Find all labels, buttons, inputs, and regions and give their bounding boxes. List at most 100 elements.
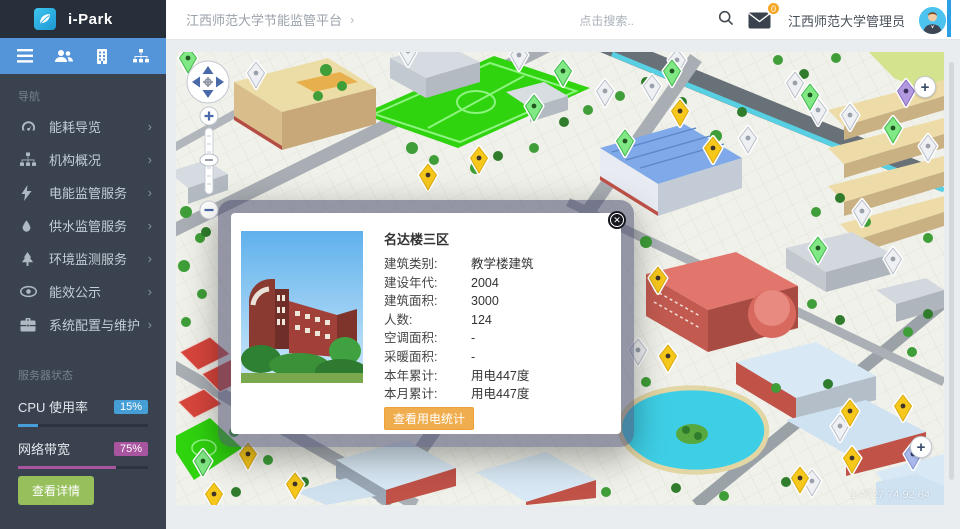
info-row: 采暖面积:-: [384, 348, 607, 367]
map-pin-white[interactable]: [248, 62, 265, 88]
bandwidth-badge: 75%: [114, 442, 148, 456]
map-pin-yellow[interactable]: [650, 267, 667, 293]
search-icon[interactable]: [718, 10, 734, 31]
sidebar-item-label: 能效公示: [49, 282, 148, 301]
chevron-right-icon: ›: [148, 152, 152, 167]
sidebar-item-energy-overview[interactable]: 能耗导览 ›: [0, 110, 166, 143]
map-expand-button-bottom[interactable]: +: [910, 436, 932, 458]
map-pin-green[interactable]: [885, 117, 902, 143]
map-pin-white[interactable]: [920, 135, 937, 161]
sidebar-item-org-overview[interactable]: 机构概况 ›: [0, 143, 166, 176]
sidebar-item-power-supervision[interactable]: 电能监管服务 ›: [0, 176, 166, 209]
breadcrumb-chevron-icon: ›: [350, 12, 354, 27]
app-logo-text: i-Park: [68, 11, 113, 28]
sidebar-icon-toolbar: [0, 38, 166, 74]
map-pin-white[interactable]: [644, 75, 661, 101]
info-row: 建设年代:2004: [384, 274, 607, 293]
map-pin-yellow[interactable]: [705, 137, 722, 163]
map-pin-yellow[interactable]: [895, 395, 912, 421]
map-pin-green[interactable]: [617, 130, 634, 156]
map-pin-yellow[interactable]: [844, 447, 861, 473]
map-pin-white[interactable]: [885, 248, 902, 274]
map-pin-yellow[interactable]: [287, 473, 304, 499]
cpu-badge: 15%: [114, 400, 148, 414]
sidebar: i-Park 导航 能耗导览 › 机构概况 ›: [0, 0, 166, 529]
sidebar-item-energy-publicity[interactable]: 能效公示 ›: [0, 275, 166, 308]
info-row: 空调面积:-: [384, 329, 607, 348]
bandwidth-stat-row: 网络带宽 75%: [0, 435, 166, 460]
top-header: 江西师范大学节能监管平台 › 点击搜索.. 0 江西师范大学管理员: [166, 0, 960, 40]
scrollbar-track[interactable]: [949, 62, 954, 480]
cpu-progressbar: [18, 424, 148, 427]
map-pin-green[interactable]: [526, 95, 543, 121]
breadcrumb[interactable]: 江西师范大学节能监管平台 ›: [186, 10, 354, 29]
cpu-stat-row: CPU 使用率 15%: [0, 393, 166, 418]
building-icon[interactable]: [87, 41, 117, 71]
map-pan-control[interactable]: [186, 60, 230, 109]
map-expand-button-top[interactable]: +: [914, 76, 936, 98]
map-pin-white[interactable]: [740, 127, 757, 153]
view-electricity-stats-button[interactable]: 查看用电统计: [384, 407, 474, 430]
sidebar-item-water-supervision[interactable]: 供水监管服务 ›: [0, 209, 166, 242]
sidebar-item-label: 电能监管服务: [49, 183, 148, 202]
map-pin-yellow[interactable]: [660, 345, 677, 371]
mail-icon[interactable]: 0: [748, 7, 774, 33]
sidebar-item-system-config[interactable]: 系统配置与维护 ›: [0, 308, 166, 341]
toolbox-icon: [20, 316, 37, 333]
breadcrumb-title: 江西师范大学节能监管平台: [186, 10, 342, 29]
user-name[interactable]: 江西师范大学管理员: [788, 11, 905, 30]
info-row: 本月累计:用电447度: [384, 385, 607, 404]
info-row: 建筑面积:3000: [384, 292, 607, 311]
sidebar-item-label: 机构概况: [49, 150, 148, 169]
mail-badge: 0: [766, 1, 781, 16]
scrollbar-thumb[interactable]: [947, 0, 951, 37]
search-input[interactable]: 点击搜索..: [579, 12, 634, 29]
info-row: 人数:124: [384, 311, 607, 330]
droplet-icon: [20, 217, 37, 234]
menu-icon[interactable]: [10, 41, 40, 71]
logo-bar: i-Park: [0, 0, 166, 38]
map-pin-white[interactable]: [400, 52, 417, 66]
sidebar-item-label: 系统配置与维护: [49, 315, 148, 334]
map-pin-purple[interactable]: [898, 80, 915, 106]
app-window: i-Park 导航 能耗导览 › 机构概况 ›: [0, 0, 960, 529]
bandwidth-progressbar: [18, 466, 148, 469]
bandwidth-label: 网络带宽: [18, 439, 70, 458]
chevron-right-icon: ›: [148, 284, 152, 299]
eye-icon: [20, 283, 37, 300]
chevron-right-icon: ›: [148, 317, 152, 332]
building-photo: [241, 231, 363, 383]
view-details-button[interactable]: 查看详情: [18, 476, 94, 505]
cpu-label: CPU 使用率: [18, 397, 88, 416]
sidebar-item-label: 环境监测服务: [49, 249, 148, 268]
chevron-right-icon: ›: [148, 119, 152, 134]
chevron-right-icon: ›: [148, 218, 152, 233]
map-pin-white[interactable]: [511, 52, 528, 70]
map-pin-green[interactable]: [195, 450, 212, 476]
info-row: 建筑类别:教学楼建筑: [384, 255, 607, 274]
bolt-icon: [20, 184, 37, 201]
map-pin-yellow[interactable]: [672, 100, 689, 126]
users-icon[interactable]: [49, 41, 79, 71]
info-row: 本年累计:用电447度: [384, 367, 607, 386]
map-zoom-control[interactable]: [198, 106, 220, 237]
map-pin-yellow[interactable]: [471, 147, 488, 173]
map-pin-yellow[interactable]: [420, 164, 437, 190]
sidebar-item-env-monitoring[interactable]: 环境监测服务 ›: [0, 242, 166, 275]
map-watermark: 1:4727 74 92 64: [850, 489, 930, 501]
nav-section-label: 导航: [0, 74, 166, 110]
leaf-logo-icon: [34, 8, 56, 30]
map-pin-green[interactable]: [810, 237, 827, 263]
gauge-icon: [20, 118, 37, 135]
chevron-right-icon: ›: [148, 251, 152, 266]
map-pin-white[interactable]: [597, 80, 614, 106]
map-pin-white[interactable]: [842, 104, 859, 130]
tree-icon: [20, 250, 37, 267]
building-info-popup: ✕: [218, 200, 634, 447]
map-pin-yellow[interactable]: [206, 483, 223, 505]
popup-close-button[interactable]: ✕: [608, 211, 626, 229]
avatar[interactable]: [919, 7, 946, 34]
map-pin-white[interactable]: [854, 200, 871, 226]
orgchart-icon[interactable]: [126, 41, 156, 71]
map-pin-green[interactable]: [555, 60, 572, 86]
